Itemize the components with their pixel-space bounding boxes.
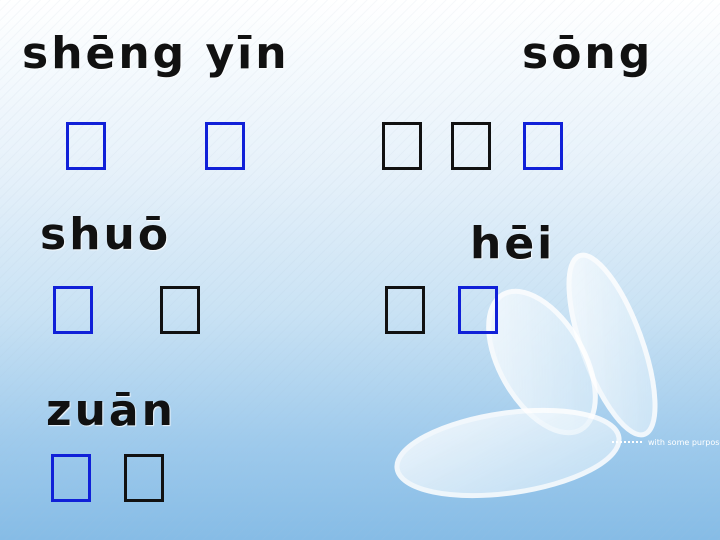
pinyin-shuo: shuō [40, 209, 172, 260]
char-box-shuo [53, 286, 93, 334]
petal-bottom [394, 407, 622, 499]
char-box-zuan-2 [124, 454, 164, 502]
flower-decoration [394, 252, 658, 499]
char-box-yin [205, 122, 245, 170]
char-box-song-3 [523, 122, 563, 170]
char-box-hei-1 [385, 286, 425, 334]
tagline-text: with some purpose [648, 438, 720, 447]
pinyin-sheng-yin: shēng yīn [22, 28, 290, 79]
pinyin-song: sōng [522, 28, 654, 79]
slide-background: with some purpose [0, 0, 720, 540]
char-box-hei-2 [458, 286, 498, 334]
char-box-shuo-2 [160, 286, 200, 334]
char-box-sheng [66, 122, 106, 170]
char-box-zuan [51, 454, 91, 502]
pinyin-hei: hēi [470, 218, 556, 269]
char-box-song-2 [451, 122, 491, 170]
pinyin-zuan: zuān [46, 385, 176, 436]
char-box-song-1 [382, 122, 422, 170]
